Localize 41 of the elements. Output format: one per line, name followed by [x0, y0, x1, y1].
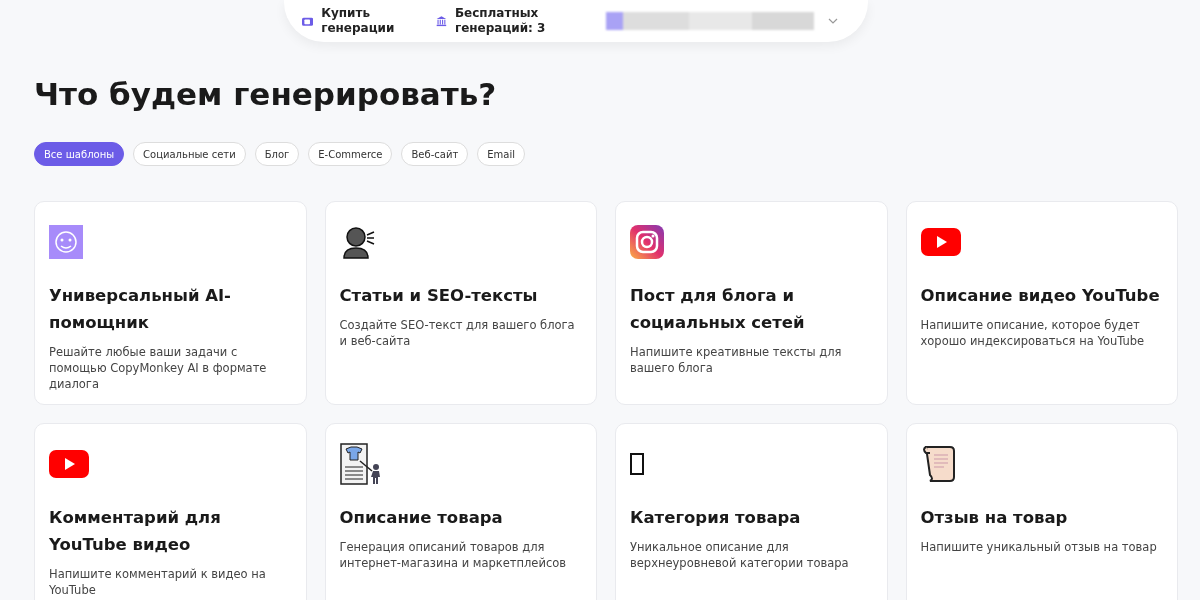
card-title: Описание товара — [339, 507, 504, 529]
template-card[interactable]: Статьи и SEO-тексты Создайте SEO-текст для вашего блога и веб-сайта — [324, 201, 597, 405]
filter-chip[interactable]: Блог — [254, 142, 300, 166]
play-button-icon — [49, 450, 89, 478]
bank-icon — [436, 13, 447, 29]
play-button-icon — [920, 228, 961, 256]
template-card[interactable]: Отзыв на товар Напишите уникальный отзыв на товар — [905, 423, 1178, 600]
card-title: Универсальный AI-помощник — [49, 285, 232, 334]
card-title: Отзыв на товар — [920, 507, 1069, 529]
instagram-icon — [630, 225, 664, 259]
empty-glyph-icon — [630, 453, 644, 475]
card-description: Решайте любые ваши задачи с помощью CopyMonkey AI в формате диалога — [49, 344, 268, 392]
card-description: Напишите комментарий к видео на YouTube — [49, 566, 267, 598]
card-description: Напишите креативные тексты для вашего блога — [630, 344, 843, 376]
wallet-icon — [302, 15, 314, 27]
template-card[interactable]: Категория товара Уникальное описание для верхнеуровневой категории товара — [615, 423, 888, 600]
chevron-down-icon[interactable] — [828, 18, 838, 24]
buy-generations-link[interactable]: Купить генерации — [302, 6, 422, 36]
template-card[interactable]: Пост для блога и социальных сетей Напишите креативные тексты для вашего блога — [615, 201, 888, 405]
filter-chip[interactable]: Email — [477, 142, 525, 166]
card-title: Статьи и SEO-тексты — [339, 285, 539, 307]
free-generations-link[interactable]: Бесплатных генераций: 3 — [436, 6, 576, 36]
template-card[interactable]: Описание товара Генерация описаний товаров для интернет-магазина и маркетплейсов — [324, 423, 597, 600]
card-title: Комментарий для YouTube видео — [49, 507, 222, 556]
filter-chip[interactable]: E-Commerce — [308, 142, 393, 166]
card-description: Напишите уникальный отзыв на товар — [920, 539, 1158, 555]
template-card[interactable]: Описание видео YouTube Напишите описание, которое будет хорошо индексироваться на YouTube — [905, 201, 1178, 405]
card-description: Генерация описаний товаров для интернет-магазина и маркетплейсов — [339, 539, 568, 571]
card-description: Напишите описание, которое будет хорошо индексироваться на YouTube — [920, 317, 1146, 349]
filter-chip[interactable]: Веб-сайт — [401, 142, 469, 166]
card-description: Создайте SEO-текст для вашего блога и веб-сайта — [339, 317, 576, 349]
scroll-icon — [920, 445, 957, 483]
card-title: Описание видео YouTube — [920, 285, 1161, 307]
template-card[interactable]: Комментарий для YouTube видео Напишите комментарий к видео на YouTube — [34, 423, 307, 600]
page-title: Что будем генерировать? — [34, 76, 498, 112]
card-description: Уникальное описание для верхнеуровневой категории товара — [630, 539, 850, 571]
card-title: Категория товара — [630, 507, 802, 529]
filter-chip[interactable]: Социальные сети — [133, 142, 246, 166]
filter-chip[interactable]: Все шаблоны — [34, 142, 125, 166]
template-card[interactable]: Универсальный AI-помощник Решайте любые ваши задачи с помощью CopyMonkey AI в формате диалога — [34, 201, 307, 405]
card-title: Пост для блога и социальных сетей — [630, 285, 806, 334]
